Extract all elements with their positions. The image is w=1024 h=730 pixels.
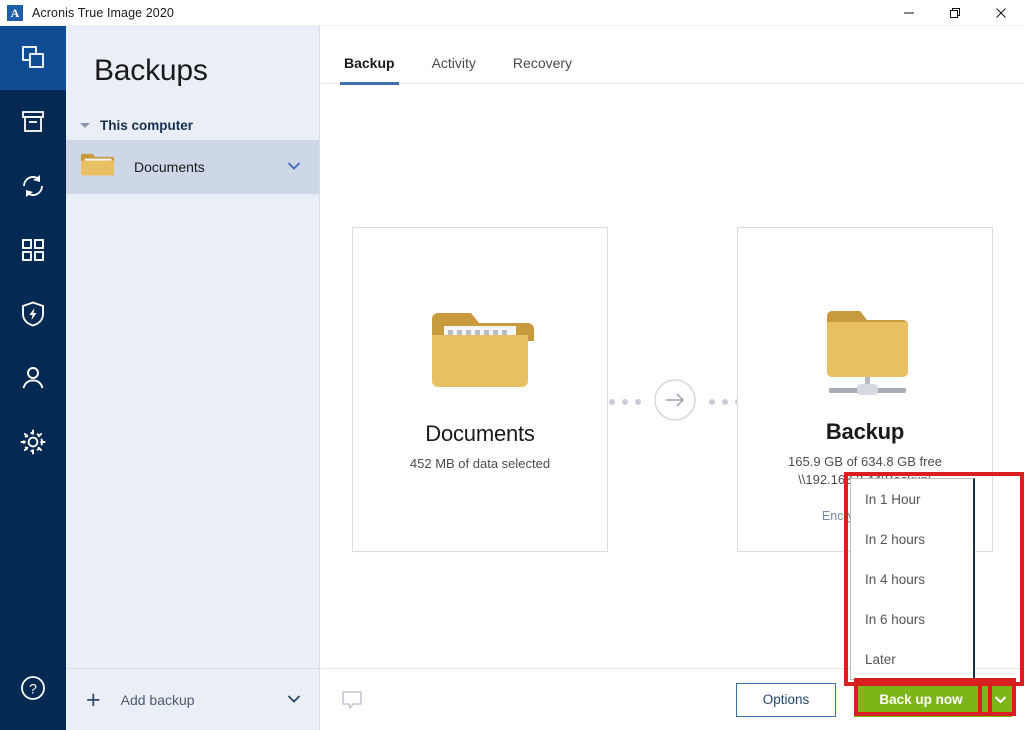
- shield-bolt-icon: [18, 299, 48, 329]
- person-icon: [18, 363, 48, 393]
- dot: [622, 399, 628, 405]
- rail-item-protection[interactable]: [0, 282, 66, 346]
- backup-schedule-dropdown[interactable]: In 1 Hour In 2 hours In 4 hours In 6 hou…: [850, 478, 975, 680]
- dot: [635, 399, 641, 405]
- source-subtitle: 452 MB of data selected: [409, 456, 551, 471]
- dropdown-item-in-1-hour[interactable]: In 1 Hour: [851, 479, 973, 519]
- add-backup-label: Add backup: [120, 691, 195, 708]
- back-up-now-button[interactable]: Back up now: [854, 682, 988, 717]
- archive-box-icon: [18, 107, 48, 137]
- caret-down-icon: [80, 122, 90, 128]
- rail-item-account[interactable]: [0, 346, 66, 410]
- restore-icon[interactable]: [932, 0, 978, 26]
- chevron-down-icon[interactable]: [287, 158, 301, 176]
- tab-bar: Backup Activity Recovery: [321, 26, 1024, 85]
- dot: [722, 399, 728, 405]
- window-controls: [886, 0, 1024, 26]
- source-title: Documents: [425, 421, 535, 446]
- backup-split-button: Back up now: [854, 682, 1012, 717]
- svg-text:?: ?: [29, 680, 37, 696]
- tab-backup[interactable]: Backup: [340, 55, 399, 85]
- nav-rail: ?: [0, 26, 66, 730]
- comment-icon[interactable]: [341, 690, 363, 710]
- dot: [709, 399, 715, 405]
- dot: [609, 399, 615, 405]
- page-title: Backups: [94, 54, 208, 87]
- network-folder-icon: [805, 290, 925, 413]
- arrow-right-circle-icon: [653, 378, 697, 427]
- folder-icon: [80, 150, 116, 185]
- acronis-a-logo-icon: A: [7, 4, 23, 21]
- backups-panel: Backups This computer Documents + Add ba…: [66, 26, 320, 730]
- backup-source-card[interactable]: Documents 452 MB of data selected: [352, 227, 608, 552]
- dropdown-item-in-4-hours[interactable]: In 4 hours: [851, 559, 973, 599]
- sidebar-group-label: This computer: [100, 117, 194, 133]
- add-backup-chevron-down-icon[interactable]: [287, 691, 301, 709]
- app-window: A Acronis True Image 2020 ? Backups This…: [0, 0, 1024, 730]
- backup-connector: [609, 378, 741, 427]
- options-button[interactable]: Options: [736, 682, 836, 717]
- rail-item-sync[interactable]: [0, 154, 66, 218]
- sidebar-item-label: Documents: [134, 159, 205, 175]
- stacked-squares-icon: [18, 43, 48, 73]
- close-icon[interactable]: [978, 0, 1024, 26]
- rail-item-backup[interactable]: [0, 26, 66, 90]
- folder-documents-icon: [420, 290, 540, 415]
- chevron-down-icon: [994, 691, 1007, 709]
- sync-arrows-icon: [18, 171, 48, 201]
- sidebar-group-this-computer[interactable]: This computer: [66, 110, 319, 140]
- four-squares-icon: [18, 235, 48, 265]
- sidebar-item-documents[interactable]: Documents: [66, 140, 319, 194]
- destination-title: Backup: [825, 419, 905, 445]
- minimize-icon[interactable]: [886, 0, 932, 26]
- title-bar: A Acronis True Image 2020: [0, 0, 1024, 26]
- add-backup-button[interactable]: + Add backup: [66, 668, 319, 730]
- dropdown-item-in-6-hours[interactable]: In 6 hours: [851, 599, 973, 639]
- rail-item-settings[interactable]: [0, 410, 66, 474]
- rail-item-archive[interactable]: [0, 90, 66, 154]
- dropdown-item-later[interactable]: Later: [851, 639, 973, 679]
- gear-icon: [18, 427, 48, 457]
- dropdown-item-in-2-hours[interactable]: In 2 hours: [851, 519, 973, 559]
- back-up-now-caret-button[interactable]: [988, 682, 1012, 717]
- rail-item-tools[interactable]: [0, 218, 66, 282]
- destination-subtitle: 165.9 GB of 634.8 GB free: [788, 454, 942, 470]
- rail-item-help[interactable]: ?: [0, 664, 66, 716]
- window-title: Acronis True Image 2020: [32, 5, 174, 20]
- connector-dots-left: [609, 399, 641, 405]
- plus-icon: +: [86, 685, 101, 714]
- question-circle-icon: ?: [19, 674, 47, 707]
- tab-activity[interactable]: Activity: [430, 55, 478, 83]
- tab-recovery[interactable]: Recovery: [511, 55, 574, 83]
